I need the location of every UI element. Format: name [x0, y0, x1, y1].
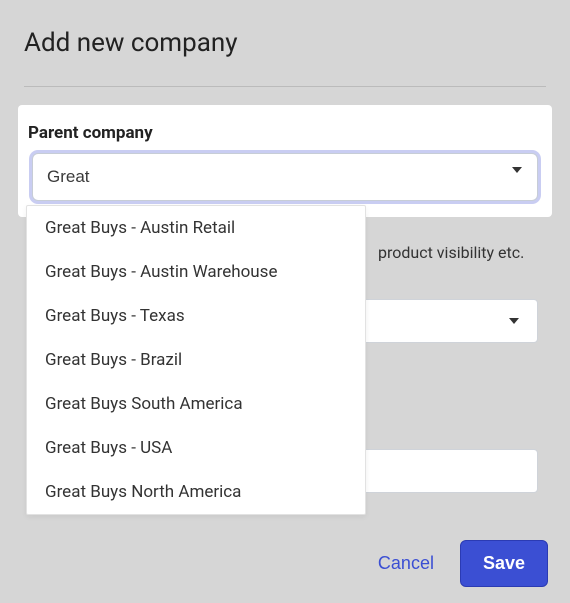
- parent-company-combobox[interactable]: [28, 153, 542, 201]
- dropdown-option[interactable]: Great Buys - USA: [27, 426, 365, 470]
- form-panel: Parent company product visibility etc. G…: [18, 105, 552, 217]
- page-container: Add new company: [0, 0, 570, 87]
- parent-company-input[interactable]: [32, 153, 538, 201]
- dialog-button-row: Cancel Save: [370, 540, 548, 587]
- save-button[interactable]: Save: [460, 540, 548, 587]
- page-title: Add new company: [24, 28, 546, 58]
- chevron-down-icon[interactable]: [512, 167, 522, 173]
- dropdown-option[interactable]: Great Buys South America: [27, 382, 365, 426]
- dropdown-option[interactable]: Great Buys - Austin Warehouse: [27, 250, 365, 294]
- parent-company-dropdown[interactable]: Great Buys - Austin Retail Great Buys - …: [26, 205, 366, 515]
- dropdown-option[interactable]: Great Buys - Brazil: [27, 338, 365, 382]
- description-text-fragment: product visibility etc.: [378, 243, 524, 262]
- divider-line: [24, 86, 546, 87]
- parent-company-label: Parent company: [28, 123, 542, 143]
- dropdown-option[interactable]: Great Buys - Austin Retail: [27, 206, 365, 250]
- dropdown-option[interactable]: Great Buys North America: [27, 470, 365, 514]
- chevron-down-icon: [509, 318, 519, 324]
- dropdown-option[interactable]: Great Buys - Texas: [27, 294, 365, 338]
- cancel-button[interactable]: Cancel: [370, 543, 442, 584]
